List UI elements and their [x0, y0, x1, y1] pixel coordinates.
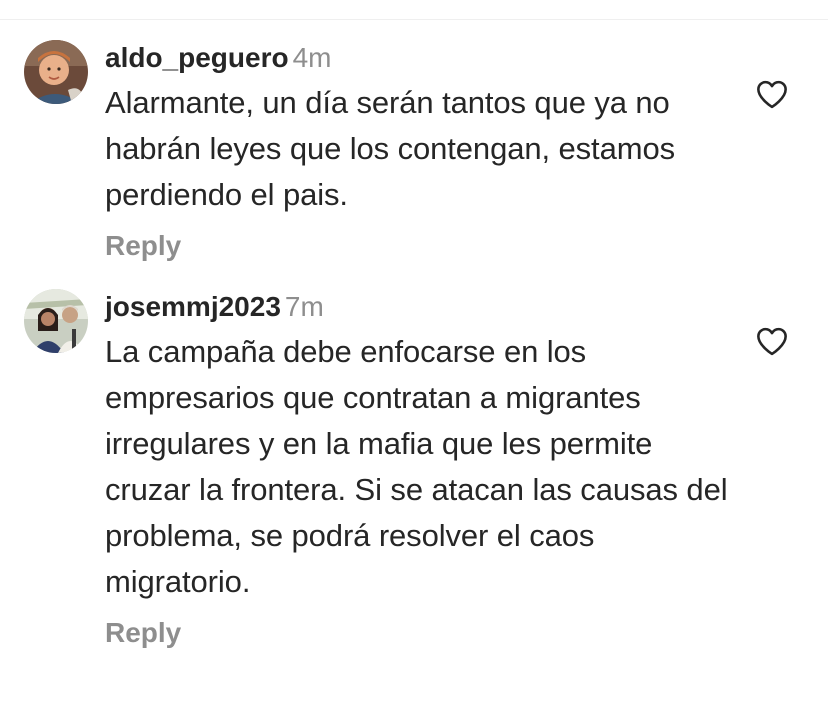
- comment-text: La campaña debe enfocarse en los empresa…: [105, 334, 728, 599]
- heart-outline-icon: [757, 327, 787, 356]
- user-photo-icon: [24, 289, 88, 353]
- reply-button[interactable]: Reply: [105, 226, 181, 266]
- comment-username[interactable]: aldo_peguero: [105, 42, 289, 73]
- top-divider: [0, 19, 828, 20]
- avatar[interactable]: [24, 289, 88, 353]
- comment-timestamp: 7m: [284, 291, 324, 322]
- heart-outline-icon: [757, 80, 787, 109]
- comment-username[interactable]: josemmj2023: [105, 291, 281, 322]
- user-photo-icon: [24, 40, 88, 104]
- like-button[interactable]: [752, 321, 792, 361]
- avatar[interactable]: [24, 40, 88, 104]
- comment-text: Alarmante, un día serán tantos que ya no…: [105, 85, 675, 212]
- like-button[interactable]: [752, 74, 792, 114]
- comment-timestamp: 4m: [292, 42, 332, 73]
- reply-button[interactable]: Reply: [105, 613, 181, 653]
